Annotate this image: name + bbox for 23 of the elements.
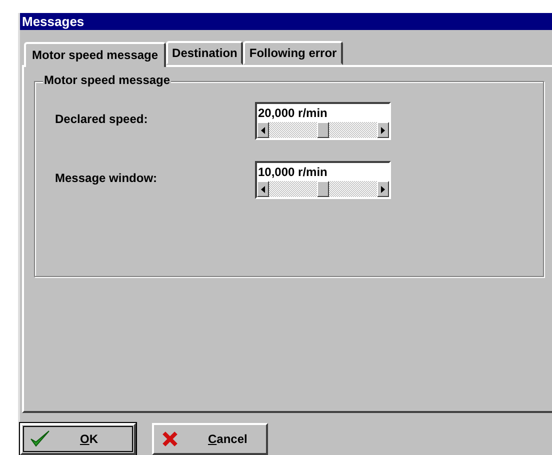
field-label: Message window: [54,171,158,185]
scroll-right-button[interactable] [377,122,389,138]
left-triangle-icon [261,126,265,134]
tab[interactable]: Motor speed message [24,42,166,67]
right-triangle-icon [381,186,385,192]
ok-button[interactable]: OK [20,423,136,455]
scroll-left-button[interactable] [257,181,269,197]
group-title: Motor speed message [43,73,172,87]
cross-icon [162,431,178,447]
window-title: Messages [22,14,84,29]
cancel-button[interactable]: Cancel [152,423,268,455]
checkmark-icon [30,430,50,448]
scroll-thumb[interactable] [317,122,329,138]
scroll-thumb[interactable] [317,181,329,197]
right-triangle-icon [381,126,385,134]
left-triangle-icon [261,186,265,192]
scroll-right-button[interactable] [377,181,389,197]
tab[interactable]: Destination [166,41,244,65]
tab[interactable]: Following error [243,41,343,65]
scroll-left-button[interactable] [257,122,269,138]
field-label: Declared speed: [54,112,149,126]
scrollbar[interactable] [257,122,389,138]
scrollbar[interactable] [257,181,389,197]
